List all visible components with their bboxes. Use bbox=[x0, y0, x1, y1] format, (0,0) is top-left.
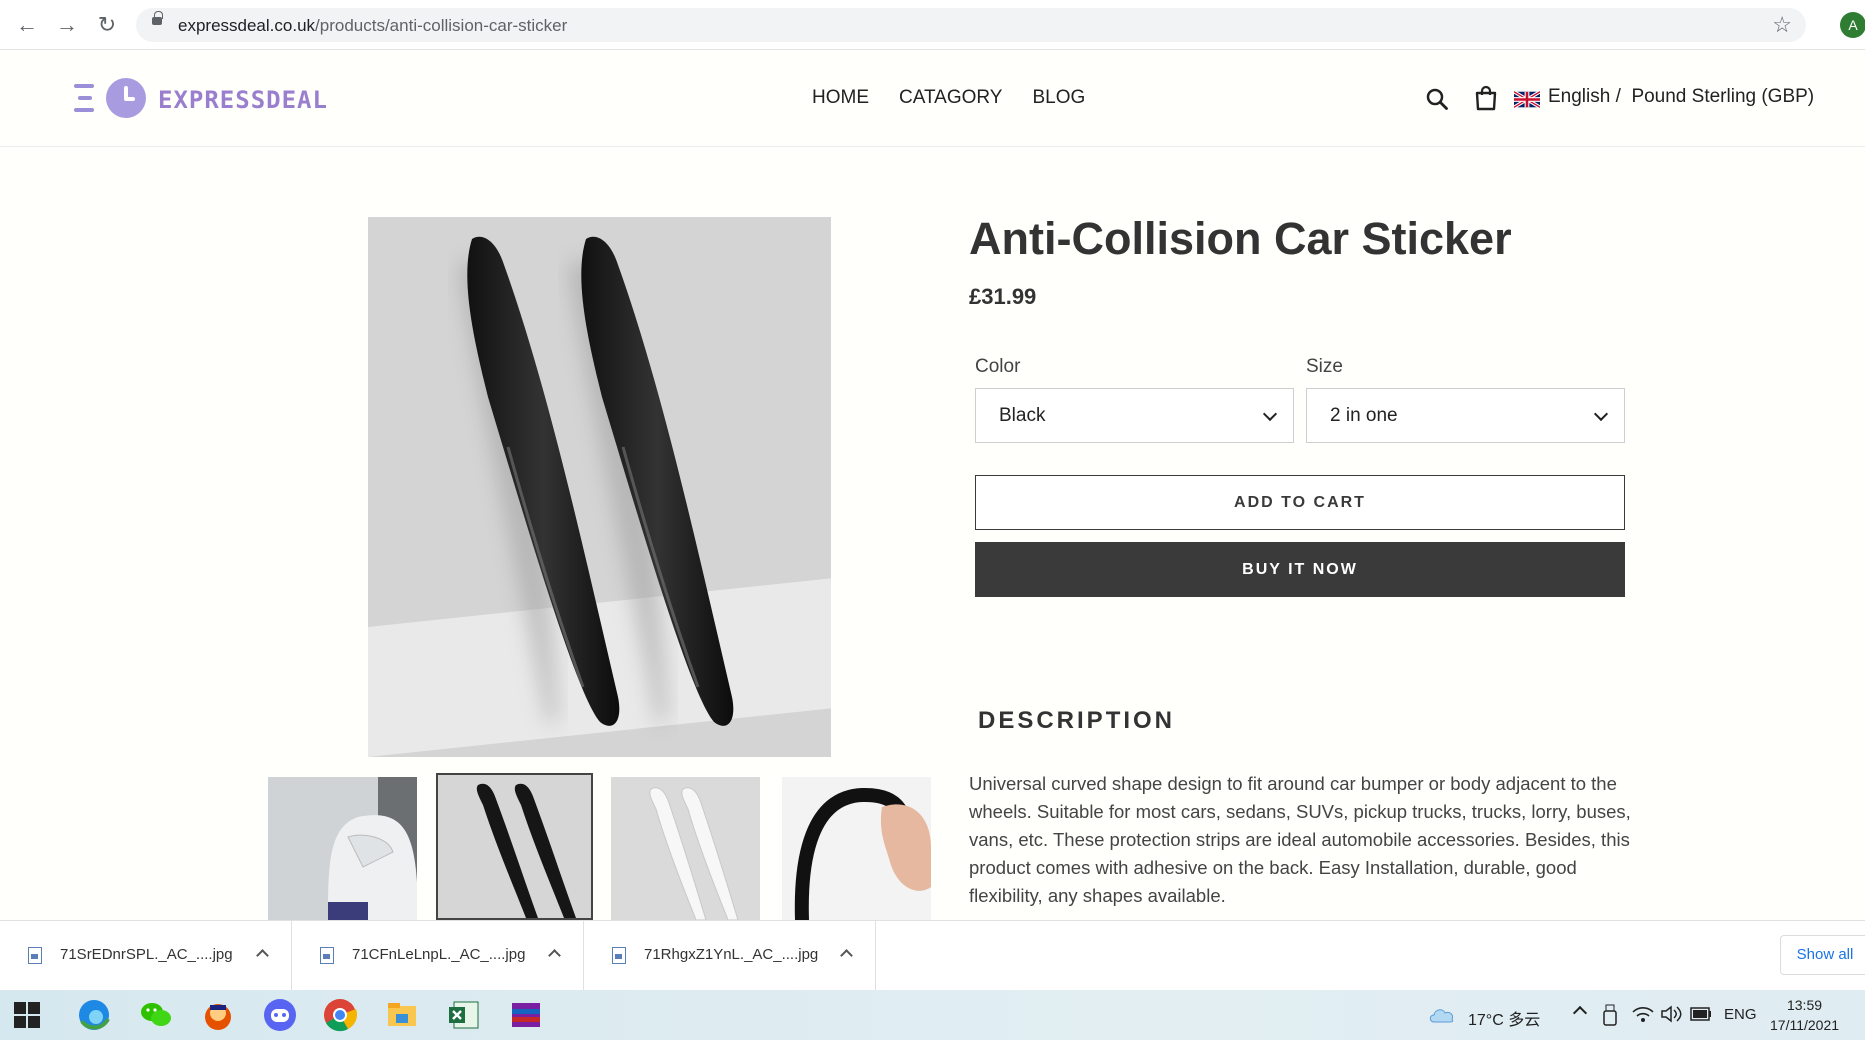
chevron-down-icon bbox=[1262, 406, 1278, 422]
download-filename[interactable]: 71SrEDnrSPL._AC_....jpg bbox=[60, 946, 233, 963]
input-language[interactable]: ENG bbox=[1724, 1006, 1757, 1023]
weather-text[interactable]: 17°C 多云 bbox=[1468, 1006, 1540, 1030]
product-main-image[interactable] bbox=[368, 217, 831, 757]
clock-icon bbox=[106, 78, 146, 118]
uk-flag-icon bbox=[1514, 91, 1540, 108]
address-bar[interactable]: expressdeal.co.uk/products/anti-collisio… bbox=[136, 8, 1806, 42]
chrome-icon[interactable] bbox=[322, 997, 358, 1033]
add-to-cart-button[interactable]: ADD TO CART bbox=[975, 475, 1625, 530]
size-value: 2 in one bbox=[1330, 405, 1398, 426]
download-item[interactable]: 71RhgxZ1YnL._AC_....jpg bbox=[584, 921, 876, 991]
file-explorer-icon[interactable] bbox=[384, 997, 420, 1033]
edge-icon[interactable] bbox=[76, 997, 112, 1033]
lock-icon[interactable] bbox=[152, 11, 163, 25]
game-app-icon[interactable] bbox=[200, 997, 236, 1033]
product-photo bbox=[458, 236, 734, 727]
chevron-down-icon bbox=[1593, 406, 1609, 422]
wechat-icon[interactable] bbox=[138, 997, 174, 1033]
site-header: EXPRESSDEAL HOME CATAGORY BLOG English /… bbox=[0, 51, 1865, 147]
chevron-up-icon[interactable] bbox=[840, 949, 853, 962]
tray-overflow-chevron-icon[interactable] bbox=[1572, 1005, 1588, 1021]
image-file-icon bbox=[320, 947, 334, 964]
nav-blog[interactable]: BLOG bbox=[1032, 87, 1085, 109]
show-all-button[interactable]: Show all bbox=[1780, 935, 1865, 975]
clock-time: 13:59 bbox=[1786, 997, 1823, 1013]
discord-icon[interactable] bbox=[262, 997, 298, 1033]
cloud-weather-icon[interactable] bbox=[1428, 1004, 1456, 1026]
windows-start-icon[interactable] bbox=[14, 1002, 40, 1028]
excel-icon[interactable] bbox=[446, 997, 482, 1033]
nav-catagory[interactable]: CATAGORY bbox=[899, 87, 1002, 109]
language-label[interactable]: English / bbox=[1548, 86, 1621, 107]
shopping-bag-icon[interactable] bbox=[1474, 85, 1498, 111]
thumbnail-3[interactable] bbox=[611, 777, 760, 920]
download-filename[interactable]: 71RhgxZ1YnL._AC_....jpg bbox=[644, 946, 818, 963]
description-heading: DESCRIPTION bbox=[978, 707, 1176, 734]
back-icon[interactable]: ← bbox=[14, 12, 40, 38]
browser-toolbar: ← → ↻ expressdeal.co.uk/products/anti-co… bbox=[0, 0, 1865, 50]
size-select[interactable]: 2 in one bbox=[1306, 388, 1625, 443]
download-filename[interactable]: 71CFnLeLnpL._AC_....jpg bbox=[352, 946, 525, 963]
thumbnail-4[interactable] bbox=[782, 777, 931, 920]
product-price: £31.99 bbox=[969, 284, 1037, 309]
wifi-icon[interactable] bbox=[1632, 1004, 1654, 1024]
usb-drive-icon[interactable] bbox=[1603, 1003, 1617, 1027]
description-text: Universal curved shape design to fit aro… bbox=[969, 773, 1631, 906]
clock[interactable]: 13:59 17/11/2021 bbox=[1770, 995, 1839, 1035]
image-file-icon bbox=[28, 947, 42, 964]
currency-label[interactable]: Pound Sterling (GBP) bbox=[1631, 86, 1814, 107]
download-item[interactable]: 71SrEDnrSPL._AC_....jpg bbox=[0, 921, 292, 991]
download-item[interactable]: 71CFnLeLnpL._AC_....jpg bbox=[292, 921, 584, 991]
color-select[interactable]: Black bbox=[975, 388, 1294, 443]
product-title: Anti-Collision Car Sticker bbox=[969, 213, 1512, 264]
logo-text: EXPRESSDEAL bbox=[158, 86, 328, 114]
url-text[interactable]: expressdeal.co.uk/products/anti-collisio… bbox=[178, 16, 567, 36]
clock-date: 17/11/2021 bbox=[1770, 1017, 1840, 1033]
nav-home[interactable]: HOME bbox=[812, 87, 869, 109]
buy-now-button[interactable]: BUY IT NOW bbox=[975, 542, 1625, 597]
color-value: Black bbox=[999, 405, 1046, 426]
profile-avatar[interactable]: A bbox=[1840, 12, 1865, 38]
forward-icon[interactable]: → bbox=[54, 12, 80, 38]
thumbnail-1[interactable] bbox=[268, 777, 417, 920]
site-logo[interactable]: EXPRESSDEAL bbox=[74, 76, 327, 122]
volume-icon[interactable] bbox=[1660, 1004, 1684, 1024]
search-icon[interactable] bbox=[1426, 88, 1448, 110]
size-label: Size bbox=[1306, 356, 1343, 377]
image-file-icon bbox=[612, 947, 626, 964]
language-currency-selector[interactable]: English / Pound Sterling (GBP) bbox=[1548, 86, 1814, 108]
bookmark-star-icon[interactable]: ☆ bbox=[1772, 12, 1792, 38]
thumbnail-2-selected[interactable] bbox=[436, 773, 593, 920]
main-nav: HOME CATAGORY BLOG bbox=[812, 87, 1085, 109]
chevron-up-icon[interactable] bbox=[256, 949, 269, 962]
archive-app-icon[interactable] bbox=[508, 997, 544, 1033]
battery-icon[interactable] bbox=[1690, 1007, 1712, 1021]
color-label: Color bbox=[975, 356, 1021, 377]
reload-icon[interactable]: ↻ bbox=[94, 12, 120, 38]
downloads-bar: 71SrEDnrSPL._AC_....jpg 71CFnLeLnpL._AC_… bbox=[0, 920, 1865, 991]
chevron-up-icon[interactable] bbox=[548, 949, 561, 962]
taskbar: 17°C 多云 ENG 13:59 17/11/2021 bbox=[0, 990, 1865, 1040]
